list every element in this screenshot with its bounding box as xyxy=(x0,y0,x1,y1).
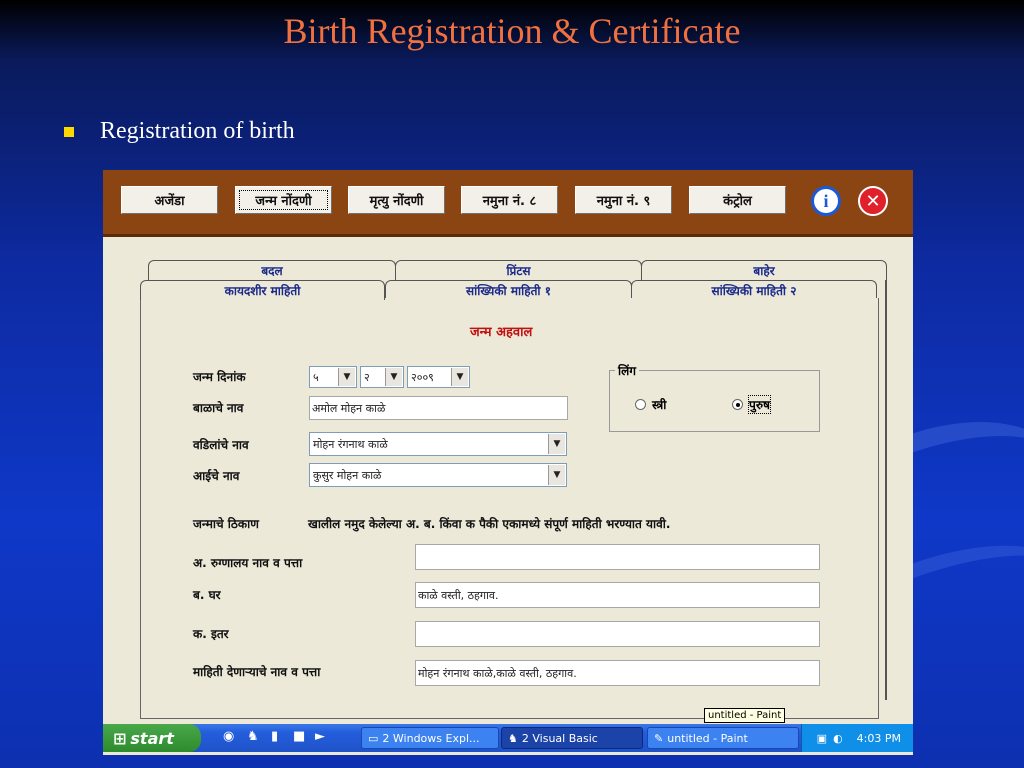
quicklaunch-app-icon[interactable]: ■ xyxy=(293,729,307,745)
agenda-button[interactable]: अजेंडा xyxy=(121,186,218,214)
form-panel xyxy=(140,298,879,719)
slide-title: Birth Registration & Certificate xyxy=(283,11,741,51)
start-button[interactable]: ⊞ start xyxy=(103,724,201,752)
year-value: २००९ xyxy=(411,370,434,384)
bullet-square-icon xyxy=(64,126,74,137)
birth-place-note: खालील नमुद केलेल्या अ. ब. किंवा क पैकी ए… xyxy=(308,517,671,531)
death-registration-button[interactable]: मृत्यु नोंदणी xyxy=(348,186,445,214)
form-heading: जन्म अहवाल xyxy=(470,325,533,340)
home-label: ब. घर xyxy=(193,588,221,602)
hospital-input[interactable] xyxy=(415,544,820,570)
start-label: start xyxy=(130,728,174,748)
mother-name-label: आईचे नाव xyxy=(193,469,240,483)
tray-volume-icon[interactable]: ◐ xyxy=(833,732,843,745)
toolbar: अजेंडा जन्म नोंदणी मृत्यु नोंदणी नमुना न… xyxy=(103,170,913,237)
form-8-button[interactable]: नमुना नं. ८ xyxy=(461,186,558,214)
mother-name-select[interactable]: कुसुर मोहन काळे ▼ xyxy=(309,463,567,487)
form-9-button[interactable]: नमुना नं. ९ xyxy=(575,186,672,214)
windows-logo-icon: ⊞ xyxy=(113,728,127,748)
paint-icon: ✎ xyxy=(654,731,664,745)
home-input[interactable]: काळे वस्ती, ठहगाव. xyxy=(415,582,820,608)
quicklaunch-media-icon[interactable]: ► xyxy=(315,729,329,745)
chevron-down-icon[interactable]: ▼ xyxy=(385,368,402,386)
month-value: २ xyxy=(364,370,370,384)
clock: 4:03 PM xyxy=(856,731,901,745)
task-visual-basic[interactable]: ♞ 2 Visual Basic xyxy=(501,727,643,749)
control-button[interactable]: कंट्रोल xyxy=(689,186,786,214)
female-label: स्त्री xyxy=(652,398,667,412)
vb-icon: ♞ xyxy=(508,731,518,745)
radio-off-icon xyxy=(635,399,646,410)
tab-exit[interactable]: बाहेर xyxy=(641,260,887,280)
child-name-input[interactable]: अमोल मोहन काळे xyxy=(309,396,568,420)
mother-name-value: कुसुर मोहन काळे xyxy=(313,468,382,482)
tab-prints[interactable]: प्रिंटस xyxy=(395,260,642,280)
informant-input[interactable]: मोहन रंगनाथ काळे,काळे वस्ती, ठहगाव. xyxy=(415,660,820,686)
tab-legal-info[interactable]: कायदशीर माहिती xyxy=(140,280,385,300)
gender-female-radio[interactable]: स्त्री xyxy=(635,396,666,413)
informant-label: माहिती देणाऱ्याचे नाव व पत्ता xyxy=(193,665,321,679)
child-name-label: बाळाचे नाव xyxy=(193,401,244,415)
tab-statistics-2[interactable]: सांख्यिकी माहिती २ xyxy=(631,280,877,300)
male-label: पुरुष xyxy=(748,395,771,414)
app-screenshot: अजेंडा जन्म नोंदणी मृत्यु नोंदणी नमुना न… xyxy=(103,170,913,755)
day-value: ५ xyxy=(313,370,319,384)
system-tray: ▣ ◐ 4:03 PM xyxy=(801,724,913,752)
close-icon[interactable]: ✕ xyxy=(858,186,888,216)
task-windows-explorer[interactable]: ▭ 2 Windows Expl... xyxy=(361,727,499,749)
chevron-down-icon[interactable]: ▼ xyxy=(451,368,468,386)
birth-place-label: जन्माचे ठिकाण xyxy=(193,517,259,531)
tray-network-icon[interactable]: ▣ xyxy=(817,732,827,745)
father-name-select[interactable]: मोहन रंगनाथ काळे ▼ xyxy=(309,432,567,456)
other-input[interactable] xyxy=(415,621,820,647)
task-paint[interactable]: ✎ untitled - Paint xyxy=(647,727,799,749)
tab-edit[interactable]: बदल xyxy=(148,260,396,280)
folder-icon: ▭ xyxy=(368,731,379,745)
taskbar: ⊞ start ◉ ♞ ▮ ■ ► ▭ 2 Windows Expl... ♞ 2 V… xyxy=(103,724,913,752)
hospital-label: अ. रुग्णालय नाव व पत्ता xyxy=(193,556,303,570)
info-icon[interactable]: i xyxy=(811,186,841,216)
task-label: 2 Windows Expl... xyxy=(382,731,480,745)
father-name-label: वडिलांचे नाव xyxy=(193,438,249,452)
radio-on-icon xyxy=(732,399,743,410)
day-select[interactable]: ५ ▼ xyxy=(309,366,357,388)
birth-registration-button[interactable]: जन्म नोंदणी xyxy=(235,186,332,214)
bullet-item: Registration of birth xyxy=(64,118,295,145)
quicklaunch-app-icon[interactable]: ♞ xyxy=(247,729,261,745)
birth-date-label: जन्म दिनांक xyxy=(193,370,246,384)
gender-label: लिंग xyxy=(615,362,640,379)
father-name-value: मोहन रंगनाथ काळे xyxy=(313,437,388,451)
other-label: क. इतर xyxy=(193,627,229,641)
month-select[interactable]: २ ▼ xyxy=(360,366,404,388)
gender-male-radio[interactable]: पुरुष xyxy=(732,395,771,414)
tooltip: untitled - Paint xyxy=(704,708,786,723)
bullet-text: Registration of birth xyxy=(100,118,295,144)
task-label: 2 Visual Basic xyxy=(521,731,598,745)
chevron-down-icon[interactable]: ▼ xyxy=(338,368,355,386)
chevron-down-icon[interactable]: ▼ xyxy=(548,465,565,485)
chevron-down-icon[interactable]: ▼ xyxy=(548,434,565,454)
task-label: untitled - Paint xyxy=(667,731,748,745)
quicklaunch-app-icon[interactable]: ▮ xyxy=(271,729,285,745)
quicklaunch-ie-icon[interactable]: ◉ xyxy=(223,729,237,745)
year-select[interactable]: २००९ ▼ xyxy=(407,366,470,388)
tab-statistics-1[interactable]: सांख्यिकी माहिती १ xyxy=(385,280,632,300)
